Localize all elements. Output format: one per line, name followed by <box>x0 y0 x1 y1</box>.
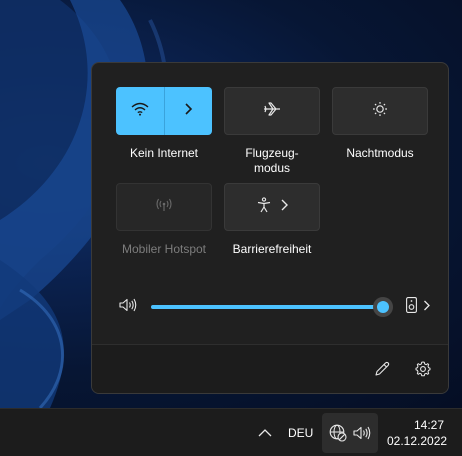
airplane-icon <box>263 101 281 122</box>
gear-icon <box>415 361 431 382</box>
volume-slider-thumb[interactable] <box>373 297 393 317</box>
night-mode-tile[interactable] <box>332 87 428 135</box>
globe-no-internet-icon <box>328 424 348 442</box>
clock-date: 02.12.2022 <box>387 434 448 448</box>
chevron-right-icon <box>183 102 193 120</box>
airplane-mode-label: Flugzeug- modus <box>217 146 327 176</box>
mobile-hotspot-label: Mobiler Hotspot <box>121 242 207 256</box>
wifi-expand-button[interactable] <box>164 87 212 135</box>
accessibility-label: Barrierefreiheit <box>232 242 312 256</box>
input-language[interactable]: DEU <box>288 426 313 440</box>
chevron-right-icon <box>423 298 430 316</box>
wifi-tile[interactable] <box>116 87 212 135</box>
chevron-up-icon <box>258 424 272 442</box>
show-hidden-icons-button[interactable] <box>254 423 276 443</box>
wifi-toggle[interactable] <box>116 87 164 135</box>
accessibility-tile[interactable] <box>224 183 320 231</box>
edit-quick-settings-button[interactable] <box>370 359 394 383</box>
quick-settings-footer <box>92 344 448 393</box>
accessibility-icon <box>256 196 272 218</box>
network-volume-tray-button[interactable] <box>322 413 378 453</box>
speaker-icon <box>119 298 137 317</box>
wifi-icon <box>131 102 149 121</box>
hotspot-icon <box>156 198 172 217</box>
speaker-device-icon <box>406 296 417 318</box>
airplane-label-line2: modus <box>253 161 291 175</box>
settings-button[interactable] <box>411 359 435 383</box>
audio-output-button[interactable] <box>400 296 436 318</box>
volume-mute-button[interactable] <box>116 297 140 317</box>
chevron-right-icon <box>280 198 288 216</box>
airplane-label-line1: Flugzeug- <box>245 146 299 160</box>
quick-settings-panel: Kein Internet Flugzeug- modus Nachtmodus… <box>91 62 449 394</box>
speaker-icon <box>352 425 372 441</box>
wifi-label: Kein Internet <box>129 146 199 160</box>
brightness-icon <box>372 101 388 122</box>
clock-time: 14:27 <box>414 418 445 432</box>
night-mode-label: Nachtmodus <box>346 146 414 160</box>
clock-button[interactable]: 14:27 02.12.2022 <box>384 415 458 451</box>
volume-slider-track[interactable] <box>151 305 383 309</box>
airplane-mode-tile[interactable] <box>224 87 320 135</box>
taskbar: DEU 14:27 02.12.2022 <box>0 408 462 456</box>
pencil-icon <box>374 361 390 382</box>
mobile-hotspot-tile[interactable] <box>116 183 212 231</box>
